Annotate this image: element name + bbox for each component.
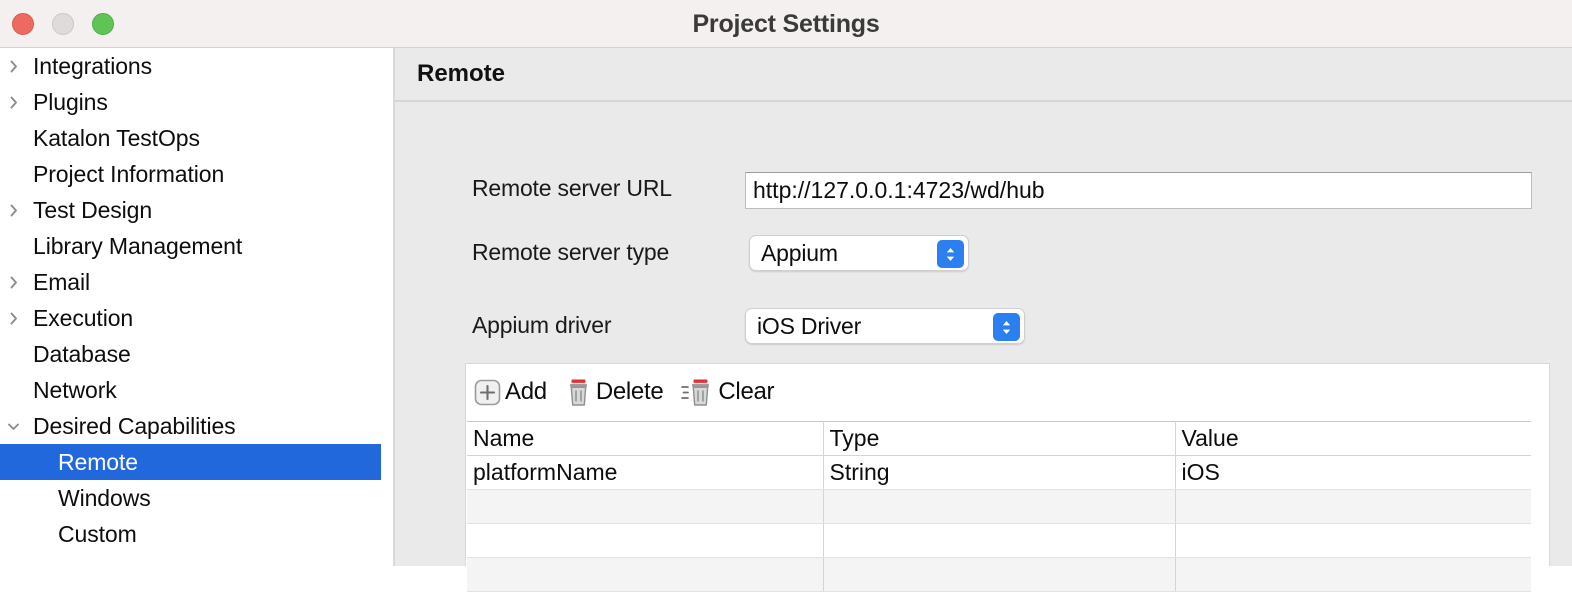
page-title: Remote (417, 60, 506, 87)
trash-clear-icon (681, 378, 714, 407)
sidebar-item-label: Integrations (33, 52, 152, 79)
table-cell-name[interactable] (467, 489, 824, 524)
table-cell-type[interactable] (823, 489, 1176, 524)
table-cell-name[interactable] (467, 523, 824, 558)
table-column-header[interactable]: Name (467, 421, 824, 456)
chevron-right-icon[interactable] (2, 204, 24, 217)
sidebar-item-label: Desired Capabilities (33, 412, 236, 439)
sidebar-item-database[interactable]: Database (0, 336, 393, 372)
desired-capabilities-panel: Add Delete Clear Name Type Value platfor… (465, 363, 1551, 592)
table-row[interactable] (467, 523, 1531, 558)
settings-main-panel: Remote Remote server URL Remote server t… (395, 48, 1572, 592)
table-row[interactable] (467, 489, 1531, 524)
table-cell-value[interactable] (1175, 523, 1531, 558)
plus-square-icon (474, 379, 501, 406)
table-cell-value[interactable] (1175, 489, 1531, 524)
sidebar-item-label: Email (33, 268, 91, 295)
sidebar-item-label: Database (33, 340, 131, 367)
chevron-up-down-icon[interactable] (937, 240, 964, 268)
sidebar-item-label: Project Information (33, 160, 225, 187)
table-body[interactable]: platformName String iOS (467, 455, 1531, 592)
delete-button[interactable]: Delete (565, 378, 664, 407)
clear-button-label: Clear (718, 378, 775, 405)
table-cell-value[interactable]: iOS (1175, 455, 1531, 490)
sidebar-item-plugins[interactable]: Plugins (0, 84, 393, 120)
sidebar-item-execution[interactable]: Execution (0, 300, 393, 336)
chevron-right-icon[interactable] (2, 60, 24, 73)
appium-driver-dropdown[interactable]: iOS Driver (745, 308, 1025, 344)
table-cell-type[interactable] (823, 523, 1176, 558)
remote-server-type-value: Appium (761, 239, 838, 266)
sidebar-item-label: Remote (58, 448, 138, 475)
remote-server-type-dropdown[interactable]: Appium (749, 235, 969, 271)
remote-server-type-label: Remote server type (472, 239, 670, 265)
capabilities-toolbar: Add Delete Clear (466, 364, 1551, 420)
table-cell-name[interactable] (467, 557, 824, 592)
sidebar-item-custom[interactable]: Custom (0, 516, 393, 552)
sidebar-item-library-management[interactable]: Library Management (0, 228, 393, 264)
table-cell-type[interactable] (823, 557, 1176, 592)
add-button-label: Add (505, 378, 547, 405)
appium-driver-value: iOS Driver (757, 312, 862, 339)
chevron-right-icon[interactable] (2, 312, 24, 325)
sidebar-item-label: Plugins (33, 88, 108, 115)
sidebar-item-test-design[interactable]: Test Design (0, 192, 393, 228)
trash-icon (565, 378, 592, 407)
table-column-header[interactable]: Value (1175, 421, 1531, 456)
table-cell-value[interactable] (1175, 557, 1531, 592)
sidebar-item-label: Katalon TestOps (33, 124, 200, 151)
chevron-up-down-icon[interactable] (993, 313, 1020, 341)
sidebar-item-katalon-testops[interactable]: Katalon TestOps (0, 120, 393, 156)
sidebar-item-label: Execution (33, 304, 134, 331)
settings-sidebar[interactable]: Integrations Plugins Katalon TestOps Projec… (0, 48, 393, 566)
sidebar-item-integrations[interactable]: Integrations (0, 48, 393, 84)
sidebar-item-label: Windows (58, 484, 151, 511)
chevron-down-icon[interactable] (2, 420, 24, 433)
sidebar-item-project-information[interactable]: Project Information (0, 156, 393, 192)
add-button[interactable]: Add (474, 378, 547, 406)
chevron-right-icon[interactable] (2, 276, 24, 289)
sidebar-item-desired-capabilities[interactable]: Desired Capabilities (0, 408, 393, 444)
chevron-right-icon[interactable] (2, 96, 24, 109)
table-cell-name[interactable]: platformName (467, 455, 824, 490)
sidebar-item-email[interactable]: Email (0, 264, 393, 300)
section-header: Remote (395, 48, 1572, 102)
sidebar-item-label: Test Design (33, 196, 153, 223)
sidebar-item-label: Network (33, 376, 117, 403)
table-column-header[interactable]: Type (823, 421, 1176, 456)
table-row[interactable]: platformName String iOS (467, 455, 1531, 490)
table-header-row: Name Type Value (467, 421, 1531, 456)
window-title: Project Settings (692, 10, 880, 38)
remote-server-url-label: Remote server URL (472, 175, 672, 201)
window-titlebar: Project Settings (0, 0, 1572, 48)
sidebar-item-windows[interactable]: Windows (0, 480, 393, 516)
remote-server-url-input[interactable] (745, 172, 1532, 209)
table-row[interactable] (467, 557, 1531, 592)
sidebar-item-remote[interactable]: Remote (0, 444, 381, 480)
appium-driver-label: Appium driver (472, 312, 612, 338)
sidebar-item-label: Custom (58, 520, 137, 547)
capabilities-table[interactable]: Name Type Value platformName String iOS (467, 421, 1531, 592)
clear-button[interactable]: Clear (681, 378, 775, 407)
sidebar-item-network[interactable]: Network (0, 372, 393, 408)
delete-button-label: Delete (595, 378, 664, 405)
sidebar-item-label: Library Management (33, 232, 243, 259)
table-cell-type[interactable]: String (823, 455, 1176, 490)
